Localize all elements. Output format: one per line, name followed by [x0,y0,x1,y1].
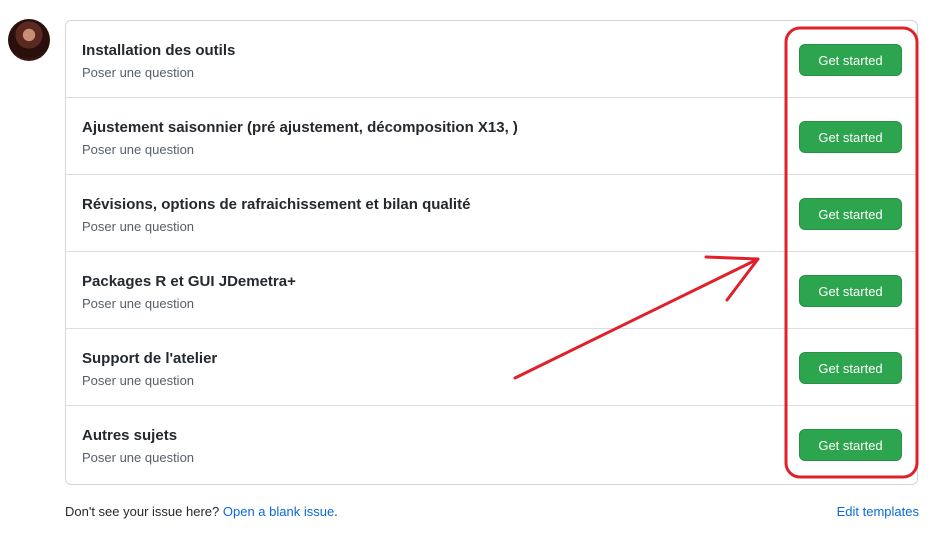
get-started-button[interactable]: Get started [799,275,902,307]
template-list: Installation des outils Poser une questi… [65,20,918,485]
template-description: Poser une question [82,219,195,234]
template-title: Révisions, options de rafraichissement e… [82,196,471,213]
template-description: Poser une question [82,65,195,80]
get-started-button[interactable]: Get started [799,429,902,461]
template-title: Ajustement saisonnier (pré ajustement, d… [82,119,518,136]
template-description: Poser une question [82,373,195,388]
template-row: Support de l'atelier Poser une question … [66,329,917,406]
template-title: Installation des outils [82,42,236,59]
issue-template-chooser: Installation des outils Poser une questi… [0,0,933,536]
footer-prompt: Don't see your issue here? [65,504,220,519]
template-row: Révisions, options de rafraichissement e… [66,175,917,252]
get-started-button[interactable]: Get started [799,352,902,384]
template-row: Installation des outils Poser une questi… [66,21,917,98]
template-row: Packages R et GUI JDemetra+ Poser une qu… [66,252,917,329]
avatar[interactable] [8,19,50,61]
get-started-button[interactable]: Get started [799,121,902,153]
edit-templates-link[interactable]: Edit templates [837,504,919,519]
get-started-button[interactable]: Get started [799,198,902,230]
template-title: Support de l'atelier [82,350,218,367]
template-description: Poser une question [82,296,195,311]
get-started-button[interactable]: Get started [799,44,902,76]
template-title: Autres sujets [82,427,178,444]
open-blank-issue-link[interactable]: Open a blank issue [223,504,334,519]
template-title: Packages R et GUI JDemetra+ [82,273,296,290]
template-description: Poser une question [82,142,195,157]
template-description: Poser une question [82,450,195,465]
footer-period: . [334,504,338,519]
template-row: Autres sujets Poser une question Get sta… [66,406,917,483]
template-row: Ajustement saisonnier (pré ajustement, d… [66,98,917,175]
footer-note: Don't see your issue here? Open a blank … [65,504,338,519]
